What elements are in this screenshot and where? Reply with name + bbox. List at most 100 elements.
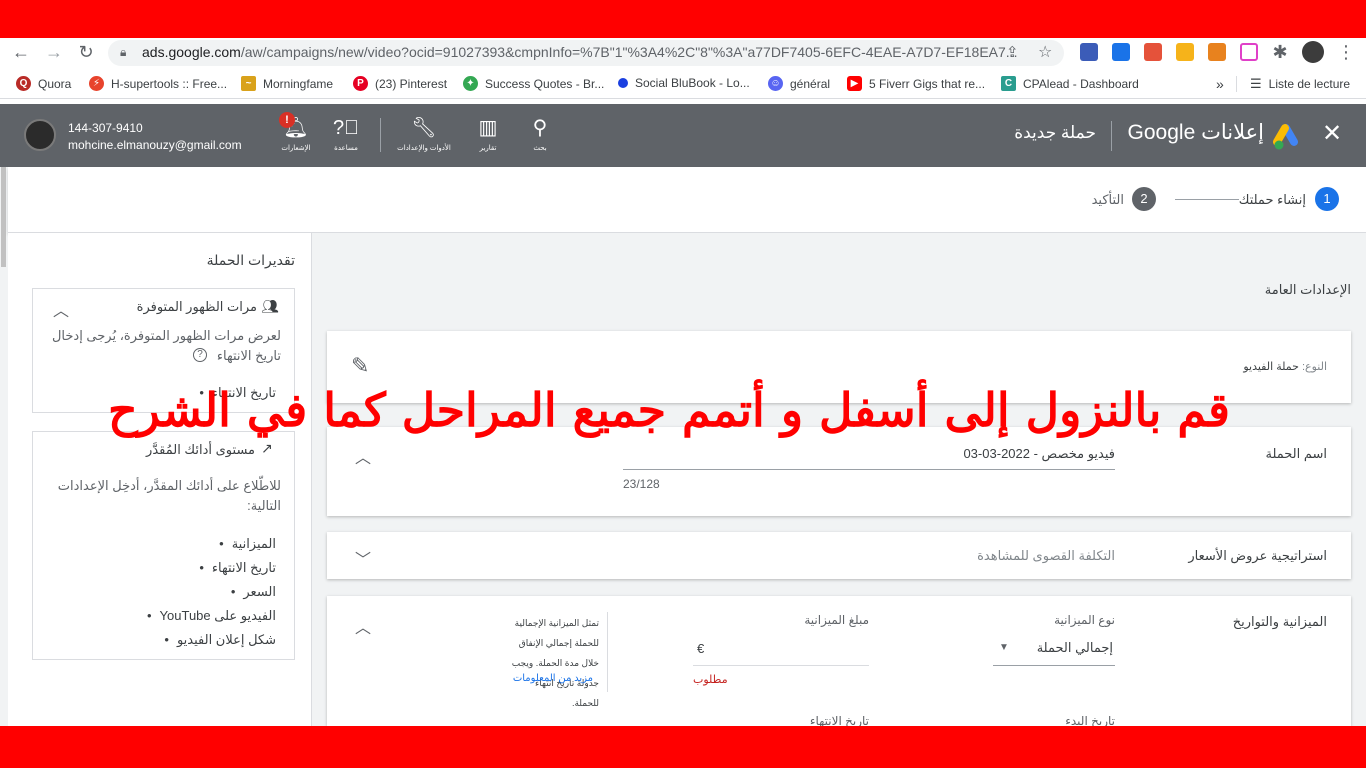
campaign-name-label: اسم الحملة — [1265, 446, 1327, 461]
performance-card: مستوى أدائك المُقدَّر ↗ للاطّلاع على أدا… — [32, 431, 295, 660]
browser-menu-icon[interactable]: ⋮ — [1334, 40, 1358, 64]
pinwheel-icon: ✦ — [463, 76, 478, 91]
input-underline — [623, 469, 1115, 470]
share-icon[interactable]: ⇪ — [1006, 43, 1019, 61]
metamask-icon[interactable] — [1208, 43, 1226, 61]
address-bar[interactable]: 🔒︎ ads.google.com/aw/campaigns/new/video… — [108, 40, 1064, 66]
bookmark-morningfame[interactable]: ~ Morningfame — [241, 76, 333, 91]
account-email: mohcine.elmanouzy@gmail.com — [68, 138, 242, 152]
tools-settings-button[interactable]: 🔧︎ الأدوات والإعدادات — [396, 116, 452, 152]
reports-icon: ▥ — [478, 117, 498, 139]
bookmark-fiverr-gigs[interactable]: ▶ 5 Fiverr Gigs that re... — [847, 76, 985, 91]
step-1-circle: 1 — [1315, 187, 1339, 211]
cpalead-icon: C — [1001, 76, 1016, 91]
performance-description: للاطّلاع على أدائك المقدَّر، أدخِل الإعد… — [57, 478, 281, 513]
top-red-banner — [0, 0, 1366, 38]
edit-pencil-icon[interactable]: ✎ — [351, 353, 369, 379]
campaign-name-input[interactable]: فيديو مخصص - 2022-03-03 — [623, 446, 1115, 462]
extensions-puzzle-icon[interactable]: ✱ — [1268, 40, 1292, 64]
performance-title: مستوى أدائك المُقدَّر — [146, 442, 255, 457]
required-error: مطلوب — [693, 674, 728, 686]
google-ads-logo-icon — [1273, 121, 1305, 151]
budget-type-label: نوع الميزانية — [1054, 613, 1115, 627]
campaign-stepper: 1 إنشاء حملتك 2 التأكيد — [8, 167, 1366, 233]
bookmark-success-quotes[interactable]: ✦ Success Quotes - Br... — [463, 76, 604, 91]
step-connector — [1175, 199, 1239, 200]
help-button[interactable]: ?⃝ مساعدة — [326, 116, 366, 152]
learn-more-link[interactable]: مزيد من المعلومات — [509, 673, 593, 684]
bookmarks-bar: Q Quora ⚡︎ H-supertools :: Free... ~ Mornin… — [0, 70, 1366, 99]
bookmark-general[interactable]: ☺︎ général — [768, 76, 830, 91]
divider — [1236, 76, 1237, 92]
pinterest-icon: P — [353, 76, 368, 91]
campaign-type-row: النوع: حملة الفيديو — [1243, 361, 1327, 373]
bidding-value: التكلفة القصوى للمشاهدة — [977, 548, 1115, 563]
more-bookmarks-icon[interactable]: » — [1216, 76, 1224, 92]
section-title: الإعدادات العامة — [1264, 282, 1351, 297]
help-divider — [607, 612, 608, 692]
extension-1-icon[interactable] — [1080, 43, 1098, 61]
youtube-icon: ▶ — [847, 76, 862, 91]
chevron-down-icon[interactable]: ﹀ — [353, 546, 373, 570]
budget-section-label: الميزانية والتواريخ — [1232, 614, 1327, 629]
people-icon: 👥︎ — [261, 298, 279, 314]
ads-header: 144-307-9410 mohcine.elmanouzy@gmail.com… — [0, 104, 1366, 167]
profile-avatar[interactable] — [1302, 41, 1324, 63]
bookmark-social-blubook[interactable]: Social BluBook - Lo... — [618, 76, 750, 90]
char-counter: 23/128 — [623, 477, 660, 491]
help-icon: ?⃝ — [332, 117, 360, 139]
currency-symbol: € — [697, 641, 705, 656]
alert-badge-icon: ! — [279, 112, 295, 128]
reading-list-icon: ☰ — [1250, 76, 1262, 91]
bookmark-h-supertools[interactable]: ⚡︎ H-supertools :: Free... — [89, 76, 227, 91]
reading-list-button[interactable]: ☰ Liste de lecture — [1250, 76, 1350, 92]
bookmark-pinterest[interactable]: P (23) Pinterest — [353, 76, 447, 91]
extension-d-icon[interactable] — [1240, 43, 1258, 61]
chevron-up-icon[interactable]: ︿ — [51, 297, 71, 321]
title-divider — [1111, 121, 1112, 151]
url-domain: ads.google.com — [142, 44, 241, 60]
quora-icon: Q — [16, 76, 31, 91]
header-divider — [380, 118, 381, 152]
instruction-overlay: قم بالنزول إلى أسفل و أتمم جميع المراحل … — [107, 383, 1230, 437]
chevron-up-icon[interactable]: ︿ — [353, 444, 373, 468]
notifications-button[interactable]: 🔔︎ الإشعارات ! — [276, 112, 316, 152]
step-1-label: إنشاء حملتك — [1238, 192, 1306, 207]
performance-item: تاريخ الانتهاء — [199, 560, 276, 576]
step-2-label: التأكيد — [1091, 192, 1124, 207]
search-icon: ⚲ — [532, 117, 548, 139]
reload-icon[interactable]: ↻ — [74, 40, 98, 64]
extension-2-icon[interactable] — [1112, 43, 1130, 61]
performance-item: شكل إعلان الفيديو — [164, 632, 276, 648]
forward-icon[interactable]: → — [42, 40, 66, 64]
budget-help-text: تمثل الميزانية الإجمالية للحملة إجمالي ا… — [511, 618, 599, 708]
back-icon[interactable]: ← — [9, 40, 33, 64]
reports-button[interactable]: ▥ تقارير — [468, 116, 508, 152]
search-button[interactable]: ⚲ بحث — [520, 116, 560, 152]
bookmark-cpalead[interactable]: C CPAlead - Dashboard — [1001, 76, 1139, 91]
close-icon[interactable]: ✕ — [1322, 120, 1342, 148]
budget-card: ︿ الميزانية والتواريخ نوع الميزانية ▼ إج… — [327, 596, 1351, 728]
url-path: /aw/campaigns/new/video?ocid=91027393&cm… — [240, 44, 1018, 60]
campaign-name-card: ︿ اسم الحملة فيديو مخصص - 2022-03-03 23/… — [327, 427, 1351, 516]
budget-amount-label: مبلغ الميزانية — [804, 613, 869, 627]
dot-icon — [618, 78, 628, 88]
extension-3-icon[interactable] — [1144, 43, 1162, 61]
bidding-label: استراتيجية عروض الأسعار — [1188, 548, 1327, 563]
help-circle-icon[interactable]: ? — [193, 348, 207, 362]
sidebar-title: تقديرات الحملة — [206, 252, 295, 268]
extension-4-icon[interactable] — [1176, 43, 1194, 61]
google-ads-brand: إعلانات Google — [1127, 121, 1264, 144]
scrollbar-thumb[interactable] — [1, 167, 6, 267]
h-supertools-icon: ⚡︎ — [89, 76, 104, 91]
chevron-up-icon[interactable]: ︿ — [353, 614, 373, 638]
discord-icon: ☺︎ — [768, 76, 783, 91]
budget-amount-input[interactable]: € — [693, 636, 869, 666]
performance-item: الميزانية — [219, 536, 276, 552]
account-avatar[interactable] — [24, 119, 56, 151]
budget-type-select[interactable]: ▼ إجمالي الحملة — [993, 636, 1115, 666]
bookmark-quora[interactable]: Q Quora — [16, 76, 71, 91]
bidding-card[interactable]: ﹀ استراتيجية عروض الأسعار التكلفة القصوى… — [327, 532, 1351, 579]
wrench-icon: 🔧︎ — [411, 117, 437, 139]
bookmark-star-icon[interactable]: ☆ — [1038, 42, 1052, 62]
